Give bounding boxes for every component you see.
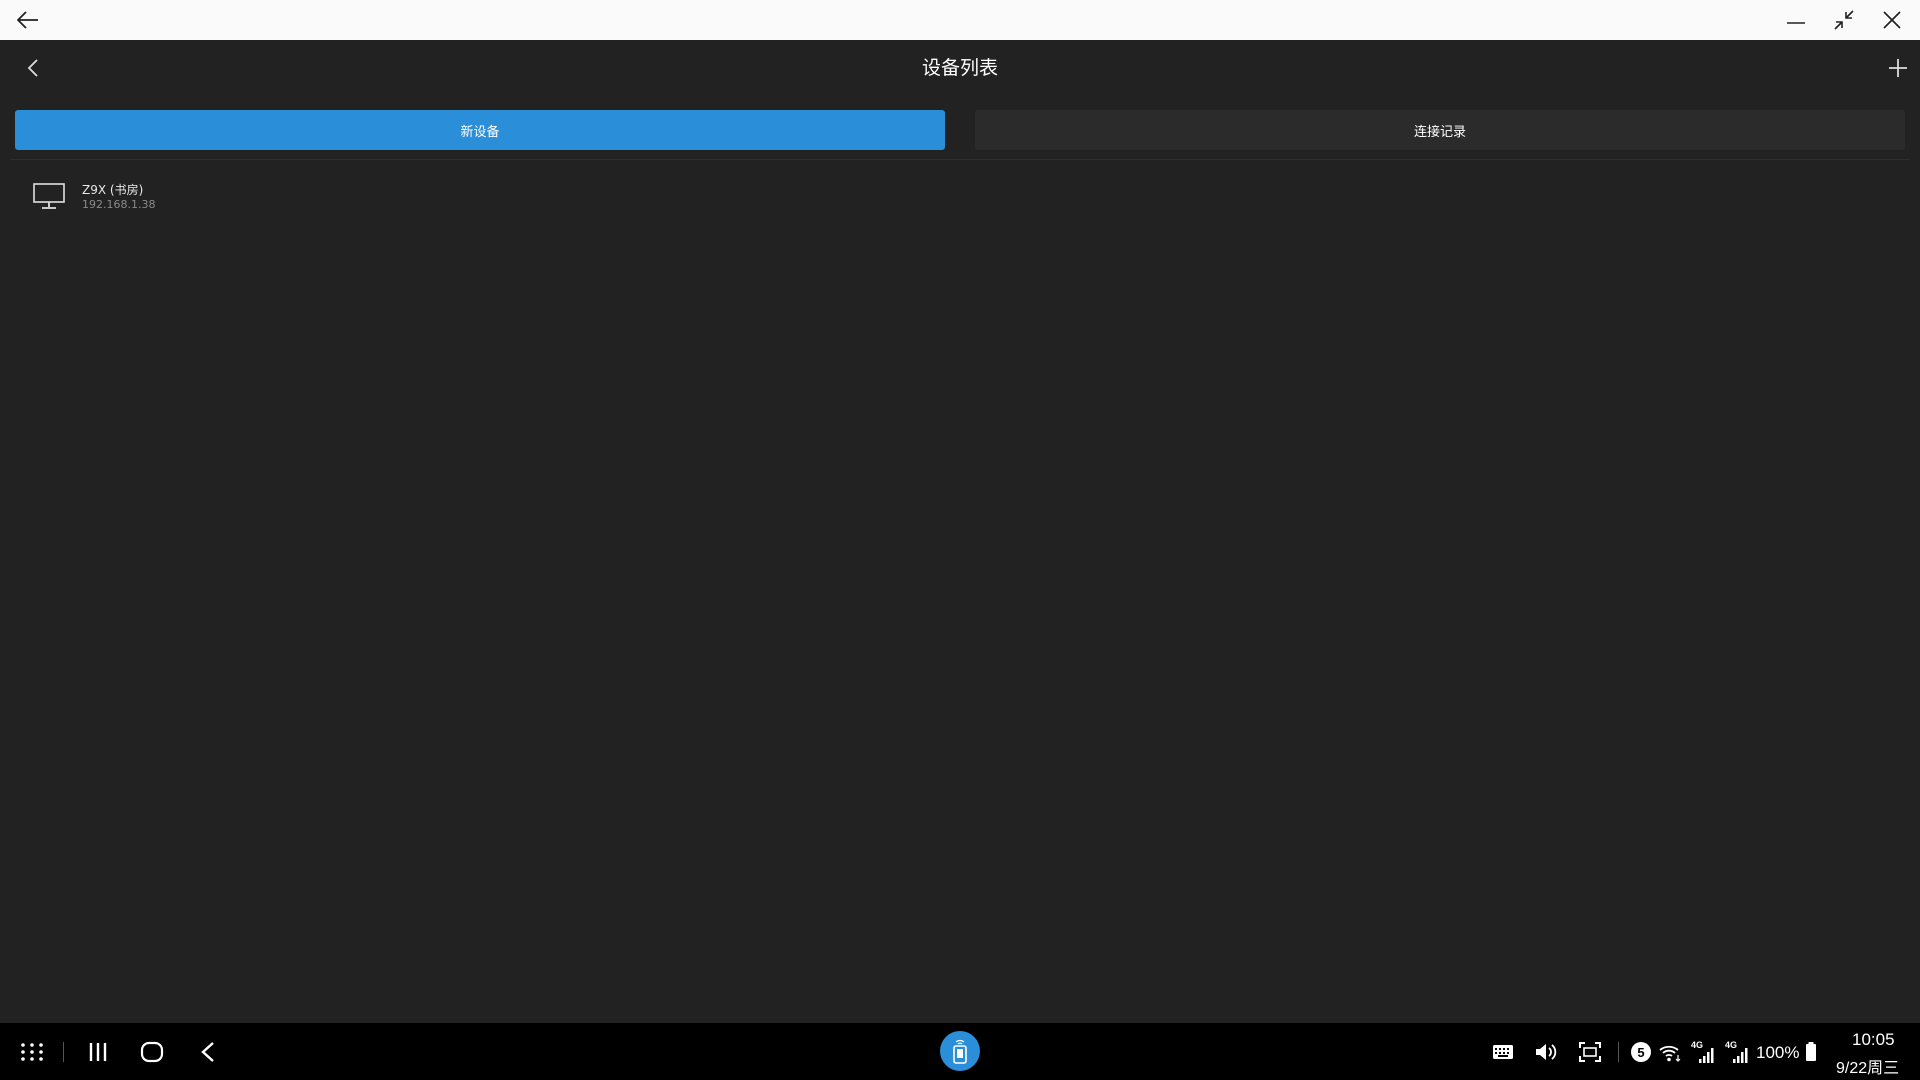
keyboard-button[interactable] [1488,1023,1518,1080]
volume-button[interactable] [1531,1023,1561,1080]
signal-icon [1733,1048,1748,1063]
tab-new-devices[interactable]: 新设备 [15,110,945,150]
signal-icon [1699,1048,1714,1063]
clock-time[interactable]: 10:05 [1852,1030,1895,1050]
window-back-button[interactable] [4,0,52,40]
screen-capture-button[interactable] [1570,1023,1610,1080]
device-list-item[interactable]: Z9X (书房) 192.168.1.38 [10,172,610,220]
keyboard-icon [1493,1044,1513,1059]
device-ip: 192.168.1.38 [82,198,156,211]
minimize-icon [1787,22,1805,24]
phone-cast-icon [953,1039,967,1064]
minimize-button[interactable] [1772,0,1820,40]
app-drawer-button[interactable] [12,1023,52,1080]
recent-apps-button[interactable] [78,1023,118,1080]
recent-apps-icon [89,1042,107,1061]
home-icon [140,1041,164,1062]
battery-percent: 100% [1756,1043,1800,1062]
app-header: 设备列表 [0,40,1920,96]
back-icon [201,1041,214,1062]
restore-button[interactable] [1820,0,1868,40]
notification-badge[interactable]: 5 [1631,1042,1651,1062]
plus-icon [1889,59,1907,77]
wifi-icon[interactable] [1658,1043,1682,1063]
window-bar [0,0,1920,40]
tab-bar: 新设备 连接记录 [0,96,1920,160]
tab-connection-history[interactable]: 连接记录 [975,110,1905,150]
taskbar-separator [1618,1042,1619,1062]
divider [10,159,1910,160]
monitor-icon [33,183,65,209]
page-title: 设备列表 [921,57,998,79]
running-app-button[interactable] [940,1031,980,1071]
battery-icon [1806,1042,1816,1061]
compress-icon [1834,10,1854,30]
apps-grid-icon [21,1042,43,1061]
device-name: Z9X (书房) [82,183,144,197]
close-window-button[interactable] [1868,0,1916,40]
add-device-button[interactable] [1870,40,1920,96]
nav-back-button[interactable] [188,1023,228,1080]
taskbar-separator [63,1042,64,1062]
close-icon [1883,11,1901,29]
home-button[interactable] [132,1023,172,1080]
screen-capture-icon [1579,1041,1601,1062]
arrow-left-icon [17,11,38,29]
clock-date[interactable]: 9/22周三 [1836,1054,1899,1078]
volume-icon [1536,1043,1557,1060]
